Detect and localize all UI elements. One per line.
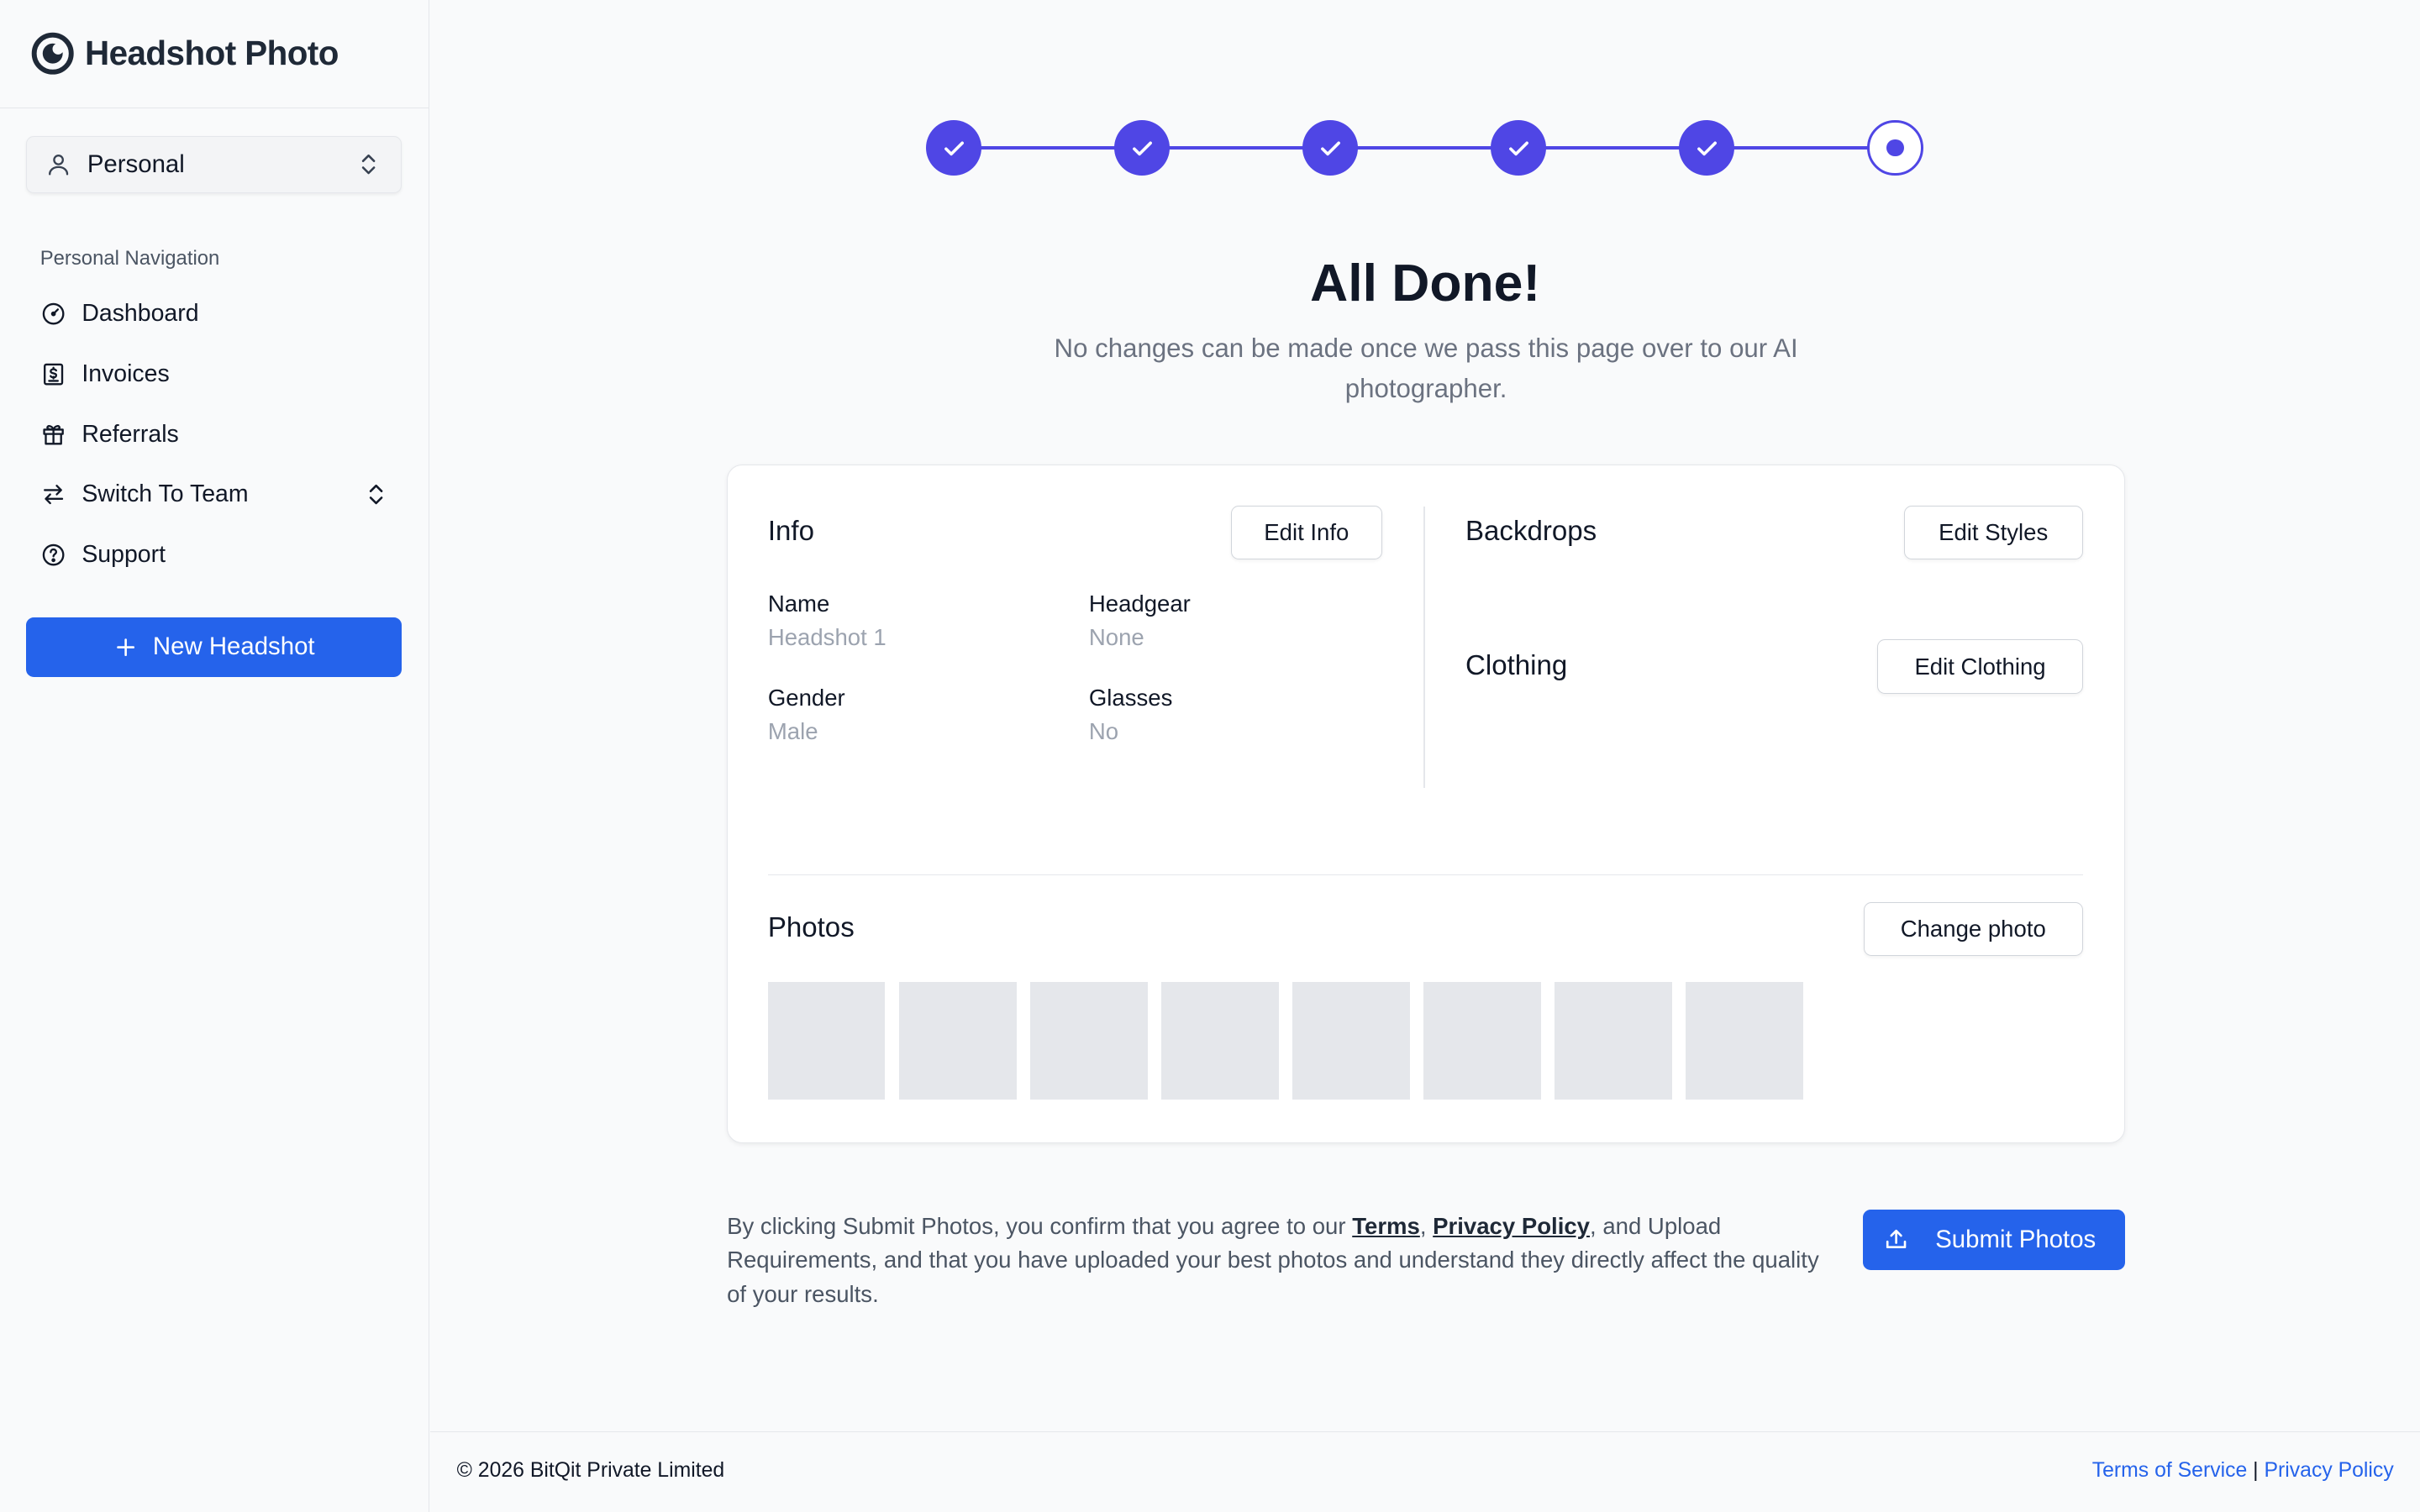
page-title: All Done! (1310, 254, 1541, 313)
sidebar-item-label: Support (82, 540, 166, 568)
agreement-text: By clicking Submit Photos, you confirm t… (727, 1210, 1838, 1311)
photo-thumbnail[interactable] (1423, 982, 1541, 1100)
sidebar-item-label: Referrals (82, 420, 179, 448)
photo-thumbnail[interactable] (1686, 982, 1804, 1100)
check-icon (1320, 141, 1340, 155)
new-headshot-label: New Headshot (152, 633, 315, 661)
edit-info-button[interactable]: Edit Info (1230, 505, 1382, 559)
footer-separator: | (2253, 1458, 2259, 1482)
main-content: All Done! No changes can be made once we… (430, 0, 2420, 1431)
sidebar-nav: Dashboard Invoices Referrals Switch To T… (40, 284, 389, 585)
info-title: Info (767, 516, 814, 548)
photo-thumbnail[interactable] (1161, 982, 1279, 1100)
switch-arrows-icon (43, 485, 63, 505)
nav-heading: Personal Navigation (39, 246, 220, 270)
headgear-value: None (1088, 624, 1144, 651)
edit-clothing-button[interactable]: Edit Clothing (1877, 639, 2083, 694)
copyright-text: © 2026 BitQit Private Limited (456, 1458, 725, 1482)
submit-photos-button[interactable]: Submit Photos (1862, 1209, 2126, 1270)
terms-of-service-link[interactable]: Terms of Service (2092, 1459, 2248, 1482)
step-3-complete (1302, 120, 1359, 176)
receipt-icon (43, 363, 63, 386)
clothing-title: Clothing (1465, 650, 1568, 682)
photo-thumbnail[interactable] (1555, 982, 1672, 1100)
new-headshot-button[interactable]: New Headshot (26, 617, 402, 678)
vertical-divider (1423, 507, 1426, 788)
plus-icon (117, 638, 135, 656)
account-label: Personal (87, 150, 185, 178)
sidebar: Headshot Photo Personal Personal Navigat… (0, 0, 429, 1512)
glasses-label: Glasses (1088, 684, 1173, 711)
chevron-up-down-icon (369, 484, 383, 505)
photo-thumbnail[interactable] (898, 982, 1017, 1100)
step-5-complete (1679, 120, 1735, 176)
review-card: Info Edit Info Name Headshot 1 Headgear … (727, 464, 2126, 1143)
brand-header[interactable]: Headshot Photo (0, 0, 429, 108)
sidebar-item-referrals[interactable]: Referrals (40, 404, 389, 465)
upload-icon (1886, 1230, 1907, 1249)
footer: © 2026 BitQit Private Limited Terms of S… (430, 1431, 2420, 1512)
step-2-complete (1114, 120, 1171, 176)
step-6-current (1867, 120, 1923, 176)
page-subtitle: No changes can be made once we pass this… (1054, 333, 1798, 403)
sidebar-item-dashboard[interactable]: Dashboard (40, 284, 389, 344)
name-value: Headshot 1 (767, 624, 886, 651)
account-selector[interactable]: Personal (26, 135, 402, 193)
terms-link[interactable]: Terms (1352, 1213, 1420, 1239)
progress-stepper (926, 120, 1923, 176)
step-1-complete (926, 120, 982, 176)
change-photo-button[interactable]: Change photo (1863, 901, 2083, 956)
sidebar-item-label: Switch To Team (82, 480, 249, 508)
edit-styles-button[interactable]: Edit Styles (1903, 505, 2083, 559)
horizontal-divider (767, 874, 2083, 876)
step-4-complete (1491, 120, 1547, 176)
backdrops-title: Backdrops (1465, 516, 1597, 548)
help-circle-icon (42, 543, 65, 566)
submit-photos-label: Submit Photos (1935, 1225, 2096, 1253)
gift-icon (43, 425, 64, 445)
check-icon (1132, 141, 1152, 155)
stepper-line (954, 146, 1896, 150)
agreement-separator: , (1419, 1212, 1427, 1239)
headgear-label: Headgear (1088, 590, 1191, 617)
sidebar-item-switch-to-team[interactable]: Switch To Team (40, 465, 389, 525)
photos-title: Photos (767, 912, 855, 944)
sidebar-item-label: Invoices (82, 360, 170, 387)
current-step-dot (1886, 139, 1904, 157)
privacy-policy-link[interactable]: Privacy Policy (1433, 1213, 1590, 1239)
gender-label: Gender (767, 684, 845, 711)
user-icon (49, 155, 69, 176)
brand-name: Headshot Photo (84, 34, 339, 73)
chevron-up-down-icon (362, 154, 376, 175)
glasses-value: No (1088, 718, 1119, 745)
photo-thumbnail[interactable] (1292, 982, 1410, 1100)
sidebar-item-label: Dashboard (82, 300, 199, 328)
gender-value: Male (767, 718, 818, 745)
photo-thumbnail[interactable] (767, 982, 886, 1100)
gauge-icon (42, 302, 65, 325)
name-label: Name (767, 590, 830, 617)
photo-thumbnail[interactable] (1030, 982, 1148, 1100)
footer-links: Terms of Service | Privacy Policy (2092, 1459, 2394, 1483)
check-icon (944, 141, 964, 155)
sidebar-item-invoices[interactable]: Invoices (40, 344, 389, 405)
photo-thumbnails (767, 982, 1804, 1100)
agreement-prefix: By clicking Submit Photos, you confirm t… (727, 1212, 1353, 1239)
check-icon (1697, 141, 1717, 155)
sidebar-item-support[interactable]: Support (40, 524, 389, 585)
headshot-logo-icon (31, 32, 74, 75)
footer-privacy-policy-link[interactable]: Privacy Policy (2264, 1459, 2393, 1482)
check-icon (1508, 141, 1528, 155)
